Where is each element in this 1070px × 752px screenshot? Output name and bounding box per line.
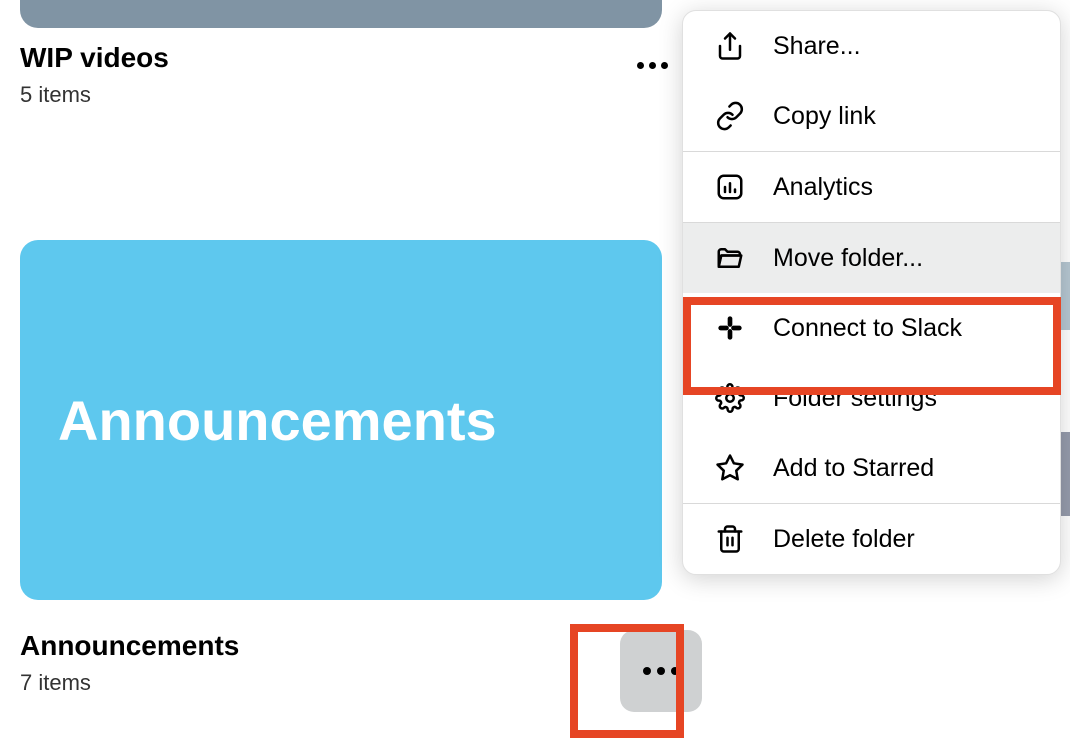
menu-label: Analytics xyxy=(773,173,873,202)
menu-item-folder-settings[interactable]: Folder settings xyxy=(683,363,1060,433)
menu-item-share[interactable]: Share... xyxy=(683,11,1060,81)
folder-more-button-active[interactable] xyxy=(620,630,702,712)
menu-label: Connect to Slack xyxy=(773,314,962,343)
share-icon xyxy=(713,29,747,63)
star-icon xyxy=(713,451,747,485)
folder-more-button[interactable] xyxy=(625,50,680,81)
trash-icon xyxy=(713,522,747,556)
folder-card-collapsed[interactable] xyxy=(20,0,662,28)
slack-icon xyxy=(713,311,747,345)
menu-label: Add to Starred xyxy=(773,454,934,483)
menu-label: Delete folder xyxy=(773,525,915,554)
menu-label: Folder settings xyxy=(773,384,937,413)
link-icon xyxy=(713,99,747,133)
folder-subtitle: 7 items xyxy=(20,670,239,696)
folder-card-label: Announcements xyxy=(58,388,497,453)
background-sidebar-hints xyxy=(1060,0,1070,752)
folder-title: WIP videos xyxy=(20,42,169,74)
menu-item-delete-folder[interactable]: Delete folder xyxy=(683,504,1060,574)
menu-item-analytics[interactable]: Analytics xyxy=(683,152,1060,222)
gear-icon xyxy=(713,381,747,415)
folder-subtitle: 5 items xyxy=(20,82,169,108)
analytics-icon xyxy=(713,170,747,204)
folder-info: WIP videos 5 items xyxy=(20,42,169,108)
menu-item-move-folder[interactable]: Move folder... xyxy=(683,223,1060,293)
menu-label: Move folder... xyxy=(773,244,923,273)
menu-item-copy-link[interactable]: Copy link xyxy=(683,81,1060,151)
menu-item-add-starred[interactable]: Add to Starred xyxy=(683,433,1060,503)
folder-info-block: Announcements 7 items xyxy=(20,630,1070,712)
folder-open-icon xyxy=(713,241,747,275)
menu-label: Copy link xyxy=(773,102,876,131)
folder-card-announcements[interactable]: Announcements xyxy=(20,240,662,600)
folder-title: Announcements xyxy=(20,630,239,662)
folder-info: Announcements 7 items xyxy=(20,630,239,696)
folder-context-menu: Share... Copy link Analytics xyxy=(682,10,1061,575)
folder-header-row: WIP videos 5 items xyxy=(20,42,680,108)
menu-item-connect-slack[interactable]: Connect to Slack xyxy=(683,293,1060,363)
menu-label: Share... xyxy=(773,32,861,61)
folder-header-row: Announcements 7 items xyxy=(20,630,702,712)
